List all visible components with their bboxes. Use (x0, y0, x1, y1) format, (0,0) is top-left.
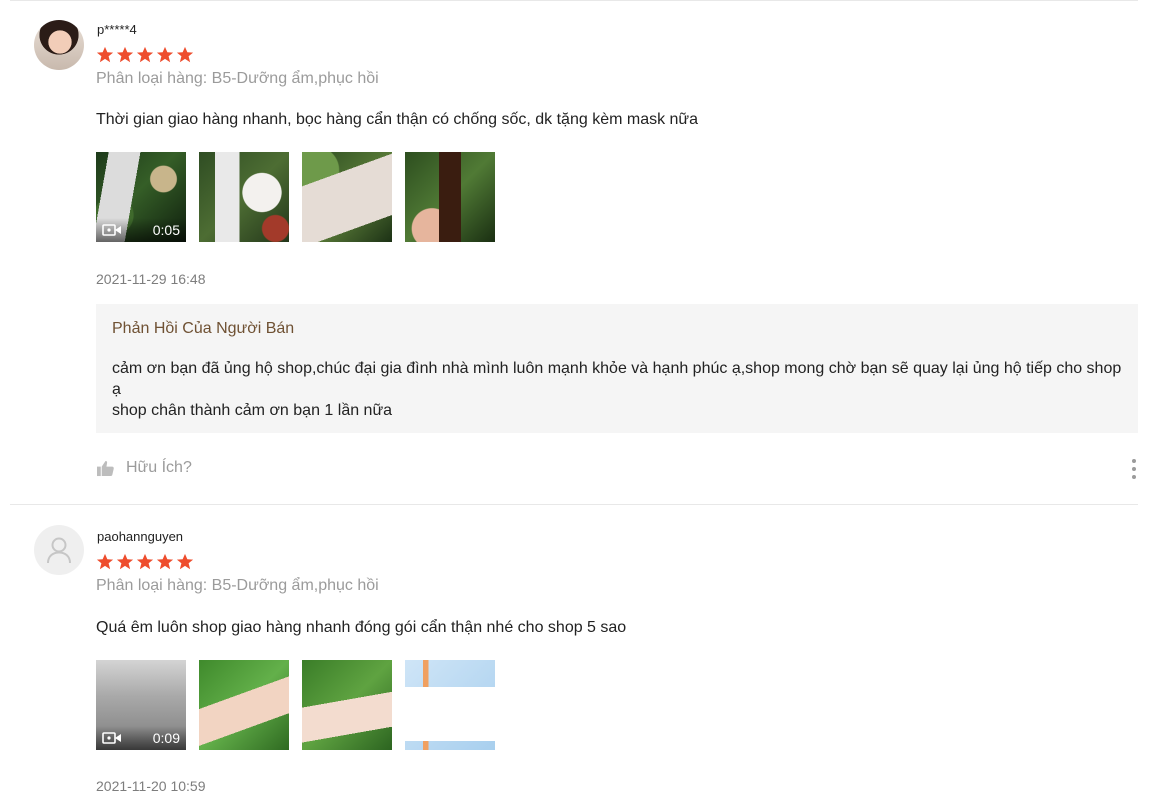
username: p*****4 (97, 22, 137, 37)
review-image-thumbnail[interactable] (302, 660, 392, 750)
review-divider (10, 504, 1138, 505)
avatar[interactable] (34, 20, 84, 70)
video-overlay: 0:09 (96, 726, 186, 750)
video-camera-icon (102, 732, 121, 744)
default-user-icon (47, 537, 71, 564)
star-icon (156, 46, 174, 63)
avatar[interactable] (34, 525, 84, 575)
star-icon (156, 553, 174, 570)
helpful-button[interactable]: Hữu Ích? (96, 459, 192, 477)
product-variant: Phân loại hàng: B5-Dưỡng ẩm,phục hồi (96, 70, 379, 87)
review-image-thumbnail[interactable] (405, 660, 495, 750)
seller-reply-text: cảm ơn bạn đã ủng hộ shop,chúc đại gia đ… (112, 360, 1122, 419)
star-rating (96, 46, 194, 64)
review-timestamp: 2021-11-29 16:48 (96, 271, 206, 287)
video-duration: 0:09 (152, 730, 180, 746)
review-comment: Thời gian giao hàng nhanh, bọc hàng cẩn … (96, 111, 699, 128)
star-icon (176, 553, 194, 570)
seller-reply-title: Phản Hồi Của Người Bán (112, 320, 295, 337)
video-duration: 0:05 (152, 222, 180, 238)
review-timestamp: 2021-11-20 10:59 (96, 778, 206, 794)
review-video-thumbnail[interactable]: 0:09 (96, 660, 186, 750)
review-image-thumbnail[interactable] (302, 152, 392, 242)
star-icon (136, 553, 154, 570)
review-image-thumbnail[interactable] (199, 660, 289, 750)
more-vertical-icon[interactable] (1130, 458, 1138, 480)
video-camera-icon (102, 224, 121, 236)
seller-reply: Phản Hồi Của Người Bán cảm ơn bạn đã ủng… (96, 304, 1138, 433)
star-icon (116, 553, 134, 570)
star-rating (96, 553, 194, 571)
helpful-label: Hữu Ích? (126, 459, 192, 476)
review-comment: Quá êm luôn shop giao hàng nhanh đóng gó… (96, 619, 627, 636)
star-icon (116, 46, 134, 63)
star-icon (176, 46, 194, 63)
star-icon (136, 46, 154, 63)
star-icon (96, 553, 114, 570)
review-image-thumbnail[interactable] (199, 152, 289, 242)
thumbs-up-icon (97, 460, 114, 476)
review-media: 0:05 (96, 152, 495, 242)
review-video-thumbnail[interactable]: 0:05 (96, 152, 186, 242)
username: paohannguyen (97, 529, 184, 544)
star-icon (96, 46, 114, 63)
review-media: 0:09 (96, 660, 495, 750)
review-image-thumbnail[interactable] (405, 152, 495, 242)
video-overlay: 0:05 (96, 218, 186, 242)
product-variant: Phân loại hàng: B5-Dưỡng ẩm,phục hồi (96, 577, 379, 594)
top-divider (10, 0, 1138, 1)
